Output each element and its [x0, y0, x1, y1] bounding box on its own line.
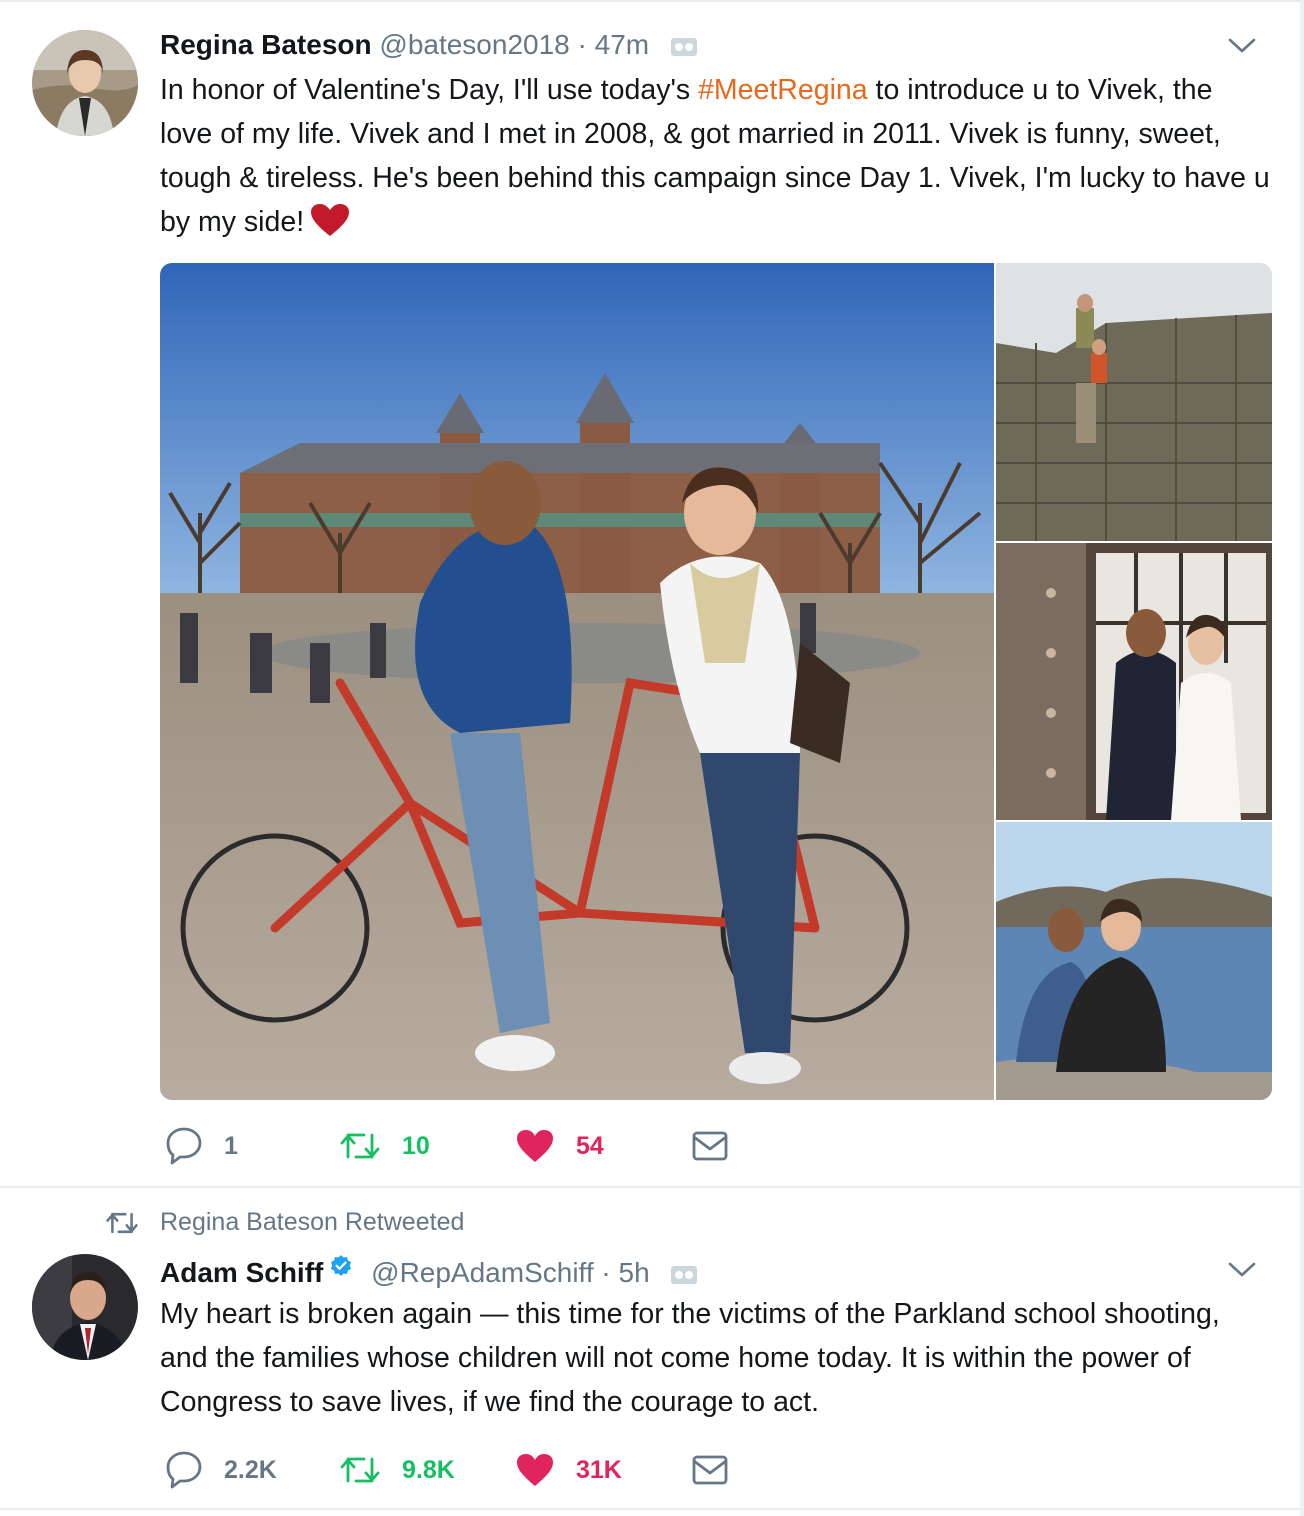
reply-button[interactable]: 2.2K — [166, 1450, 277, 1490]
tweet-regina-bateson[interactable]: Regina Bateson @bateson2018 · 47m In hon… — [0, 0, 1300, 1186]
camera-icon — [671, 1258, 698, 1292]
avatar[interactable] — [32, 1254, 138, 1360]
photo-wedding[interactable] — [996, 543, 1272, 820]
separator: · — [601, 1257, 611, 1288]
media-grid[interactable] — [160, 263, 1272, 1100]
author-name[interactable]: Adam Schiff — [160, 1257, 323, 1288]
tweet-actions: 1 10 54 — [160, 1126, 760, 1166]
tweet-header: Adam Schiff @RepAdamSchiff · 5h — [160, 1252, 698, 1292]
chevron-down-icon[interactable] — [1228, 36, 1256, 56]
photo-lake[interactable] — [996, 822, 1272, 1100]
tweet-text: My heart is broken again — this time for… — [160, 1298, 1220, 1418]
verified-badge-icon — [329, 1252, 353, 1286]
retweet-button[interactable]: 10 — [340, 1126, 430, 1166]
tweet-header: Regina Bateson @bateson2018 · 47m — [160, 28, 697, 64]
reply-icon — [166, 1127, 202, 1165]
retweet-count: 9.8K — [402, 1455, 455, 1484]
direct-message-button[interactable] — [692, 1450, 728, 1490]
photo-tandem-bike[interactable] — [160, 263, 994, 1100]
direct-message-button[interactable] — [692, 1126, 728, 1166]
like-count: 31K — [576, 1455, 622, 1484]
author-handle[interactable]: @bateson2018 — [379, 29, 569, 60]
envelope-icon — [692, 1131, 728, 1161]
heart-icon — [517, 1454, 553, 1486]
author-handle[interactable]: @RepAdamSchiff — [371, 1257, 593, 1288]
tweet-text: In honor of Valentine's Day, I'll use to… — [160, 68, 1270, 250]
camera-icon — [670, 30, 697, 64]
envelope-icon — [692, 1455, 728, 1485]
hashtag-link[interactable]: #MeetRegina — [698, 74, 868, 106]
like-button[interactable]: 31K — [516, 1450, 622, 1490]
retweet-icon — [340, 1457, 380, 1483]
avatar[interactable] — [32, 30, 138, 136]
reply-count: 2.2K — [224, 1455, 277, 1484]
heart-emoji-icon — [310, 203, 350, 250]
author-name[interactable]: Regina Bateson — [160, 29, 372, 60]
like-count: 54 — [576, 1131, 604, 1160]
tweet-text-part1: In honor of Valentine's Day, I'll use to… — [160, 74, 699, 106]
timestamp[interactable]: 5h — [619, 1257, 650, 1288]
chevron-down-icon[interactable] — [1228, 1260, 1256, 1280]
reply-button[interactable]: 1 — [166, 1126, 238, 1166]
timestamp[interactable]: 47m — [595, 29, 649, 60]
tweet-divider — [0, 1508, 1304, 1510]
reply-count: 1 — [224, 1131, 238, 1160]
tweet-actions: 2.2K 9.8K 31K — [160, 1450, 760, 1490]
separator: · — [577, 29, 587, 60]
reply-icon — [166, 1451, 202, 1489]
tweet-adam-schiff[interactable]: Adam Schiff @RepAdamSchiff · 5h My heart… — [0, 1186, 1300, 1508]
photo-ruins[interactable] — [996, 263, 1272, 541]
scroll-edge — [1300, 0, 1304, 1516]
retweet-count: 10 — [402, 1131, 430, 1160]
like-button[interactable]: 54 — [516, 1126, 604, 1166]
retweet-button[interactable]: 9.8K — [340, 1450, 455, 1490]
heart-icon — [517, 1130, 553, 1162]
retweet-icon — [340, 1133, 380, 1159]
